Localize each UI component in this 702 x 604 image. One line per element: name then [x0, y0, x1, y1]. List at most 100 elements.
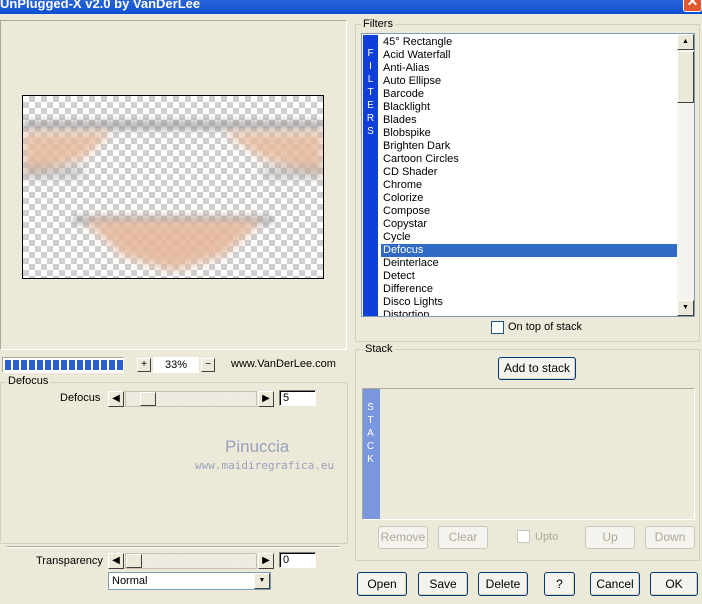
zoom-out-button[interactable]: −	[201, 358, 215, 372]
filter-item[interactable]: Chrome	[381, 179, 677, 192]
strip-letter: F	[367, 48, 374, 59]
watermark-url: www.maidiregrafica.eu	[195, 459, 335, 472]
strip-letter: E	[367, 100, 374, 111]
add-to-stack-button[interactable]: Add to stack	[498, 357, 576, 380]
remove-button[interactable]: Remove	[378, 526, 428, 549]
progress-segment	[85, 360, 91, 370]
strip-letter: T	[367, 87, 374, 98]
progress-segment	[13, 360, 19, 370]
blend-mode-dropdown-button[interactable]: ▼	[254, 573, 270, 589]
blend-mode-value: Normal	[112, 575, 148, 587]
scroll-down-button[interactable]: ▼	[677, 300, 694, 316]
progress-segment	[109, 360, 115, 370]
progress-segment	[77, 360, 83, 370]
transparency-increase-button[interactable]: ▶	[258, 553, 274, 569]
preview-image[interactable]	[22, 95, 324, 279]
filter-item[interactable]: Cartoon Circles	[381, 153, 677, 166]
defocus-value-input[interactable]: 5	[279, 390, 316, 406]
left-arrow-icon: ◀	[112, 555, 120, 566]
upto-checkbox[interactable]	[517, 530, 530, 543]
defocus-slider-thumb[interactable]	[140, 392, 156, 406]
stack-side-strip: STACK	[363, 389, 380, 519]
filter-item[interactable]: 45° Rectangle	[381, 36, 677, 49]
filters-side-strip: FILTERS	[363, 35, 378, 316]
minus-icon: −	[205, 359, 211, 370]
progress-segment	[37, 360, 43, 370]
clear-button[interactable]: Clear	[438, 526, 488, 549]
title-bar: UnPlugged-X v2.0 by VanDerLee ✕	[0, 0, 702, 14]
on-top-label: On top of stack	[508, 321, 582, 333]
strip-letter: L	[367, 74, 374, 85]
defocus-legend: Defocus	[6, 375, 51, 387]
up-button[interactable]: Up	[585, 526, 635, 549]
progress-segment	[117, 360, 123, 370]
filter-item[interactable]: Deinterlace	[381, 257, 677, 270]
filters-legend: Filters	[361, 18, 395, 30]
progress-segment	[53, 360, 59, 370]
transparency-slider[interactable]	[125, 553, 257, 569]
filter-item[interactable]: Brighten Dark	[381, 140, 677, 153]
ok-button[interactable]: OK	[650, 572, 698, 596]
open-button[interactable]: Open	[357, 572, 407, 596]
filter-item[interactable]: Disco Lights	[381, 296, 677, 309]
filter-item[interactable]: Cycle	[381, 231, 677, 244]
filter-item[interactable]: Acid Waterfall	[381, 49, 677, 62]
window-title: UnPlugged-X v2.0 by VanDerLee	[0, 0, 201, 11]
stack-list[interactable]: STACK	[362, 388, 695, 520]
filter-item[interactable]: Defocus	[381, 244, 677, 257]
transparency-value-input[interactable]: 0	[279, 552, 316, 568]
filter-item[interactable]: Distortion	[381, 309, 677, 316]
stack-legend: Stack	[363, 343, 395, 355]
defocus-slider[interactable]	[125, 391, 257, 407]
zoom-in-button[interactable]: +	[137, 358, 151, 372]
defocus-param-label: Defocus	[60, 392, 101, 404]
progress-segment	[29, 360, 35, 370]
watermark-name: Pinuccia	[225, 437, 290, 456]
filter-item[interactable]: Difference	[381, 283, 677, 296]
save-button[interactable]: Save	[418, 572, 468, 596]
right-arrow-icon: ▶	[262, 555, 270, 566]
filter-item[interactable]: Auto Ellipse	[381, 75, 677, 88]
filters-scrollbar[interactable]: ▲ ▼	[677, 34, 694, 316]
website-link[interactable]: www.VanDerLee.com	[231, 358, 336, 370]
blend-mode-select[interactable]: Normal ▼	[108, 572, 271, 590]
defocus-decrease-button[interactable]: ◀	[108, 391, 124, 407]
strip-letter: A	[367, 428, 374, 439]
filter-item[interactable]: Copystar	[381, 218, 677, 231]
filter-item[interactable]: Barcode	[381, 88, 677, 101]
progress-segment	[101, 360, 107, 370]
filter-item[interactable]: Compose	[381, 205, 677, 218]
strip-letter: I	[369, 61, 372, 72]
filter-item[interactable]: Blades	[381, 114, 677, 127]
plus-icon: +	[141, 359, 147, 370]
delete-button[interactable]: Delete	[478, 572, 528, 596]
strip-letter: K	[367, 454, 374, 465]
filter-item[interactable]: Detect	[381, 270, 677, 283]
cancel-button[interactable]: Cancel	[590, 572, 640, 596]
defocus-increase-button[interactable]: ▶	[258, 391, 274, 407]
right-arrow-icon: ▶	[262, 393, 270, 404]
scroll-up-icon: ▲	[682, 38, 689, 45]
progress-segment	[93, 360, 99, 370]
transparency-decrease-button[interactable]: ◀	[108, 553, 124, 569]
strip-letter: S	[367, 402, 374, 413]
filter-item[interactable]: Blacklight	[381, 101, 677, 114]
filter-item[interactable]: CD Shader	[381, 166, 677, 179]
scroll-down-icon: ▼	[682, 304, 689, 311]
filters-list[interactable]: FILTERS 45° Rectangle Acid Waterfall Anti-…	[361, 33, 695, 317]
filter-item[interactable]: Blobspike	[381, 127, 677, 140]
progress-segment	[21, 360, 27, 370]
transparency-slider-thumb[interactable]	[126, 554, 142, 568]
scroll-thumb[interactable]	[677, 51, 694, 103]
progress-segment	[61, 360, 67, 370]
filter-item[interactable]: Colorize	[381, 192, 677, 205]
strip-letter: C	[366, 441, 375, 452]
filter-item[interactable]: Anti-Alias	[381, 62, 677, 75]
zoom-value: 33%	[153, 357, 199, 373]
down-button[interactable]: Down	[645, 526, 695, 549]
strip-letter: S	[367, 126, 374, 137]
help-button[interactable]: ?	[544, 572, 575, 596]
scroll-up-button[interactable]: ▲	[677, 34, 694, 50]
on-top-checkbox[interactable]	[491, 321, 504, 334]
close-button[interactable]: ✕	[683, 0, 702, 12]
